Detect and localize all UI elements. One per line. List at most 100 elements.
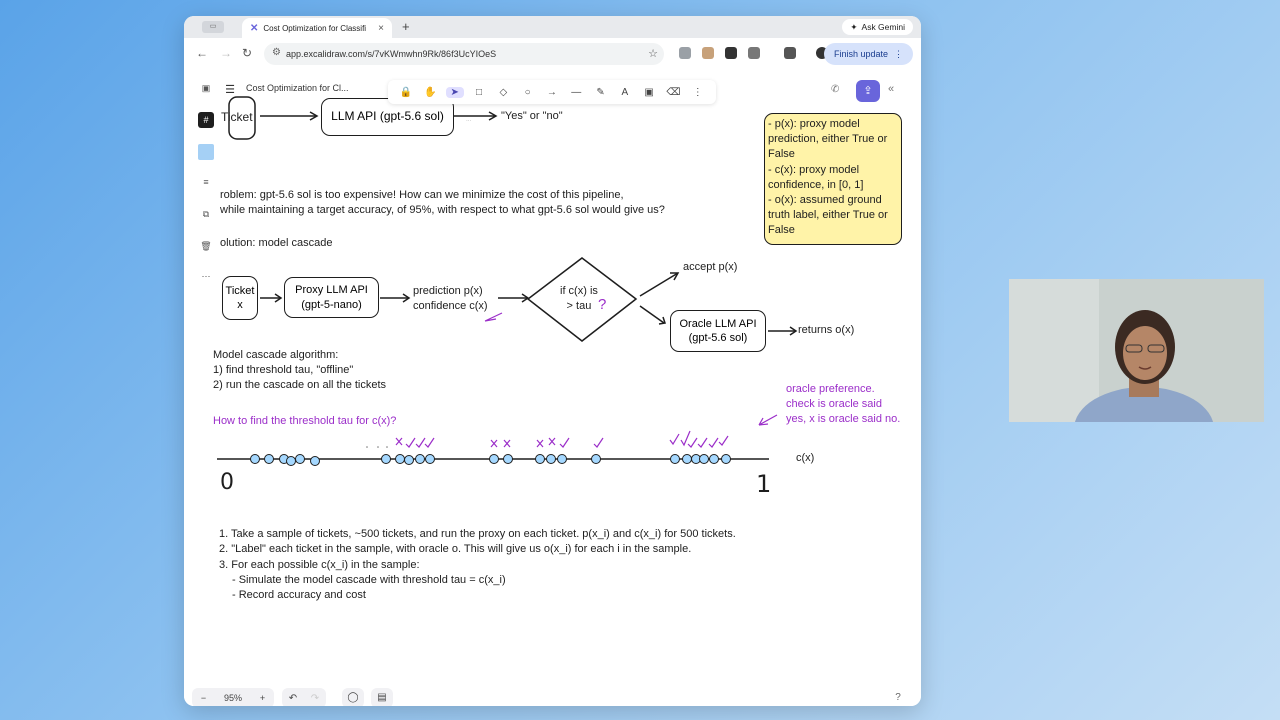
tab-close-icon[interactable]: × — [378, 23, 384, 34]
flow-ticket-label: Ticket x — [225, 284, 255, 311]
redo-button[interactable]: ↷ — [311, 693, 319, 704]
excalidraw-logo-icon[interactable]: # — [198, 112, 214, 128]
oracle-llm-label: Oracle LLM API (gpt-5.6 sol) — [679, 317, 757, 344]
side-tab-button[interactable]: ▭ — [202, 21, 224, 33]
oracle-pointer-arrow — [758, 414, 778, 426]
extension-icon[interactable] — [725, 47, 737, 59]
prediction-confidence-label: prediction p(x) confidence c(x) — [413, 285, 488, 312]
tab-active[interactable]: ✕ Cost Optimization for Classifi × — [242, 18, 392, 38]
excalidraw-canvas[interactable]: Ticket LLM API (gpt-5.6 sol) "Yes" or "n… — [184, 70, 921, 706]
main-menu-icon[interactable]: ☰ — [222, 82, 238, 98]
stroke-color-swatch[interactable] — [198, 144, 214, 160]
zoom-out-button[interactable]: − — [201, 693, 206, 703]
axis-one-label: 1 — [756, 470, 772, 498]
excalidraw-favicon-icon: ✕ — [250, 22, 259, 34]
flow-ticket-box[interactable]: Ticket x — [222, 276, 258, 320]
presenter-webcam — [1009, 279, 1264, 422]
more-tools-icon[interactable]: ⋮ — [689, 87, 707, 98]
diamond-tool-icon[interactable]: ◇ — [494, 87, 512, 98]
forward-icon[interactable]: → — [220, 46, 232, 60]
algorithm-step-2: 2) run the cascade on all the tickets — [213, 379, 387, 391]
question-mark-annotation: ? — [598, 296, 607, 313]
oracle-preference-note: oracle preference. check is oracle said … — [786, 383, 901, 425]
hand-tool-icon[interactable]: ✋ — [421, 87, 439, 98]
ellipse-tool-icon[interactable]: ○ — [519, 87, 537, 98]
top-llm-label: LLM API (gpt-5.6 sol) — [331, 109, 444, 124]
delete-icon[interactable]: 🗑 — [198, 238, 214, 254]
presentation-icon[interactable]: ▤ — [371, 688, 393, 706]
lock-tool-icon[interactable]: 🔒 — [397, 87, 415, 98]
algorithm-step-1: 1) find threshold tau, "offline" — [213, 364, 354, 376]
comments-icon[interactable]: ◯ — [342, 688, 364, 706]
finish-update-button[interactable]: Finish update ⋮ — [823, 43, 913, 65]
threshold-question: How to find the threshold tau for c(x)? — [213, 415, 397, 427]
step-3b: - Record accuracy and cost — [232, 589, 366, 601]
address-bar: ← → ↻ ⚙ app.excalidraw.com/s/7vKWmwhn9Rk… — [184, 38, 921, 71]
call-icon[interactable]: ✆ — [831, 84, 839, 95]
ask-gemini-button[interactable]: ✦ Ask Gemini — [842, 19, 913, 35]
decision-label: if c(x) is > tau — [560, 285, 598, 312]
step-2: 2. "Label" each ticket in the sample, wi… — [219, 543, 692, 555]
draw-tool-icon[interactable]: ✎ — [592, 87, 610, 98]
undo-button[interactable]: ↶ — [289, 693, 297, 704]
definitions-note[interactable]: - p(x): proxy model prediction, either T… — [764, 113, 902, 245]
top-yesno-label: "Yes" or "no" — [501, 110, 563, 122]
share-button[interactable]: ⇪ — [856, 80, 880, 102]
top-ticket-label: Ticket — [221, 110, 253, 124]
proxy-llm-label: Proxy LLM API (gpt-5-nano) — [295, 284, 368, 311]
align-icon[interactable]: ≡ — [198, 174, 214, 190]
undo-redo-controls: ↶ ↷ — [282, 688, 326, 706]
sample-dots — [250, 454, 731, 466]
extensions-puzzle-icon[interactable] — [748, 47, 760, 59]
text-tool-icon[interactable]: A — [616, 87, 634, 98]
cast-icon[interactable] — [784, 47, 796, 59]
finish-update-label: Finish update — [833, 49, 888, 59]
problem-line-2: while maintaining a target accuracy, of … — [220, 204, 665, 216]
shape-toolbar: 🔒 ✋ ➤ □ ◇ ○ → — ✎ A ▣ ⌫ ⋮ — [388, 80, 716, 104]
step-3a: - Simulate the model cascade with thresh… — [232, 574, 506, 586]
sidebar-toggle-icon[interactable]: ▣ — [198, 80, 214, 96]
duplicate-icon[interactable]: ⧉ — [198, 206, 214, 222]
extension-icon[interactable] — [702, 47, 714, 59]
new-tab-button[interactable]: + — [402, 19, 410, 34]
zoom-level[interactable]: 95% — [224, 693, 242, 703]
back-icon[interactable]: ← — [196, 46, 208, 60]
document-title[interactable]: Cost Optimization for Cl... — [246, 83, 349, 93]
browser-window: ▭ ✕ Cost Optimization for Classifi × + ✦… — [184, 16, 921, 706]
arrow-tool-icon[interactable]: → — [543, 87, 561, 98]
url-text: app.excalidraw.com/s/7vKWmwhn9Rk/86f3UcY… — [286, 49, 497, 59]
axis-zero-label: 0 — [220, 470, 234, 495]
line-tool-icon[interactable]: — — [567, 87, 585, 98]
image-tool-icon[interactable]: ▣ — [640, 87, 658, 98]
more-actions-icon[interactable]: ⋯ — [198, 268, 214, 284]
presenter-image — [1009, 279, 1264, 422]
zoom-in-button[interactable]: + — [260, 693, 265, 703]
site-info-icon[interactable]: ⚙ — [272, 47, 281, 58]
extension-icon[interactable] — [679, 47, 691, 59]
definitions-note-text: - p(x): proxy model prediction, either T… — [768, 118, 888, 237]
oracle-arrow — [639, 305, 665, 324]
eraser-tool-icon[interactable]: ⌫ — [664, 87, 682, 98]
problem-line-1: roblem: gpt-5.6 sol is too expensive! Ho… — [220, 189, 624, 201]
tab-bar: ▭ ✕ Cost Optimization for Classifi × + ✦… — [184, 16, 921, 38]
oracle-marks — [395, 414, 778, 448]
oracle-llm-box[interactable]: Oracle LLM API (gpt-5.6 sol) — [670, 310, 766, 352]
ask-gemini-label: Ask Gemini — [861, 22, 905, 32]
library-toggle-icon[interactable]: « — [888, 83, 894, 95]
cx-axis-label: c(x) — [796, 452, 815, 464]
help-icon[interactable]: ? — [888, 688, 908, 706]
rectangle-tool-icon[interactable]: □ — [470, 87, 488, 98]
url-field[interactable]: ⚙ app.excalidraw.com/s/7vKWmwhn9Rk/86f3U… — [264, 43, 664, 65]
accept-arrow — [639, 272, 679, 297]
algorithm-title: Model cascade algorithm: — [213, 349, 339, 361]
left-tool-panel: ▣ # ≡ ⧉ 🗑 ⋯ — [192, 80, 222, 285]
more-menu-icon: ⋮ — [894, 48, 903, 59]
proxy-llm-box[interactable]: Proxy LLM API (gpt-5-nano) — [284, 277, 379, 318]
step-3: 3. For each possible c(x_i) in the sampl… — [219, 559, 420, 571]
bookmark-star-icon[interactable]: ☆ — [648, 47, 658, 60]
returns-label: returns o(x) — [798, 324, 855, 336]
faint-dots — [366, 446, 388, 448]
reload-icon[interactable]: ↻ — [242, 46, 252, 60]
toolbar-hint: ... — [466, 116, 472, 123]
selection-tool-icon[interactable]: ➤ — [445, 86, 464, 98]
